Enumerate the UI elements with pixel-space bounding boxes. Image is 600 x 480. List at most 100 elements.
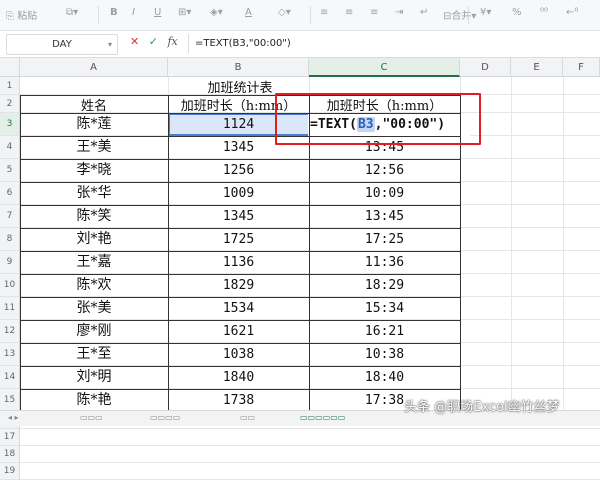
chevron-down-icon[interactable]: ▾ (108, 35, 112, 54)
decimal-icon[interactable]: ←⁰ (566, 7, 578, 18)
row-header-15[interactable]: 15 (0, 389, 20, 412)
cell-minutes[interactable]: 1256 (168, 159, 309, 182)
border-icon[interactable]: ⊞▾ (178, 7, 191, 18)
fill-color-icon[interactable]: ◈▾ (210, 7, 223, 18)
column-header-b[interactable]: B (168, 58, 309, 77)
cell-time[interactable]: 11:36 (309, 251, 460, 274)
cell-time[interactable]: 16:21 (309, 320, 460, 343)
cancel-icon[interactable]: ✕ (130, 35, 139, 48)
cell-name[interactable]: 张*美 (20, 297, 168, 320)
italic-button[interactable]: I (132, 7, 135, 18)
cell-time[interactable]: 18:40 (309, 366, 460, 389)
cell-minutes[interactable]: 1534 (168, 297, 309, 320)
bold-button[interactable]: B (110, 7, 118, 18)
cell-minutes[interactable]: 1124 (168, 113, 309, 136)
row-header-8[interactable]: 8 (0, 228, 20, 251)
sheet-tab[interactable]: ▭▭▭▭ (150, 413, 180, 422)
gridline (20, 428, 600, 429)
cell-name[interactable]: 王*美 (20, 136, 168, 159)
cell-minutes[interactable]: 1345 (168, 205, 309, 228)
row-header-6[interactable]: 6 (0, 182, 20, 205)
merge-button[interactable]: ⊟合并▾ (443, 7, 476, 22)
cell-time[interactable]: 13:45 (309, 205, 460, 228)
column-header-e[interactable]: E (511, 58, 563, 77)
cell-minutes[interactable]: 1009 (168, 182, 309, 205)
cell-time[interactable]: 10:09 (309, 182, 460, 205)
column-header-c[interactable]: C (309, 58, 460, 77)
column-header-d[interactable]: D (460, 58, 511, 77)
percent-button[interactable]: % (512, 7, 522, 18)
cell-name[interactable]: 刘*明 (20, 366, 168, 389)
cell-name[interactable]: 王*至 (20, 343, 168, 366)
row-header-5[interactable]: 5 (0, 159, 20, 182)
row-header-12[interactable]: 12 (0, 320, 20, 343)
align-right-icon[interactable]: ≡ (370, 7, 378, 18)
sheet-tab[interactable]: ▭▭▭ (80, 413, 103, 422)
thousands-icon[interactable]: ⁰⁰ (540, 7, 548, 18)
select-all-corner[interactable] (0, 58, 20, 77)
underline-button[interactable]: U (154, 7, 161, 18)
cell-time[interactable]: 15:34 (309, 297, 460, 320)
cell-time[interactable]: 10:38 (309, 343, 460, 366)
cell-name[interactable]: 陈*艳 (20, 389, 168, 412)
toolbar-divider (310, 6, 311, 24)
wrap-icon[interactable]: ↵ (420, 7, 428, 18)
column-header-a[interactable]: A (20, 58, 168, 77)
cell-name[interactable]: 刘*艳 (20, 228, 168, 251)
cell-minutes[interactable]: 1738 (168, 389, 309, 412)
row-header-9[interactable]: 9 (0, 251, 20, 274)
cell-name[interactable]: 陈*莲 (20, 113, 168, 136)
row-header-13[interactable]: 13 (0, 343, 20, 366)
formula-icons: ✕ ✓ fx (130, 35, 178, 48)
row-header-14[interactable]: 14 (0, 366, 20, 389)
toolbar-divider (468, 6, 469, 24)
cell-name[interactable]: 陈*笑 (20, 205, 168, 228)
indent-icon[interactable]: ⇥ (395, 7, 403, 18)
column-header-f[interactable]: F (563, 58, 600, 77)
cell-name[interactable]: 李*晓 (20, 159, 168, 182)
table-border-line (20, 95, 21, 413)
cell-name[interactable]: 王*嘉 (20, 251, 168, 274)
cell-minutes[interactable]: 1840 (168, 366, 309, 389)
paste-label: 粘贴 (17, 11, 38, 22)
sheet-tab-active[interactable]: ▭▭▭▭▭▭ (300, 413, 345, 422)
cell-minutes[interactable]: 1136 (168, 251, 309, 274)
row-header-7[interactable]: 7 (0, 205, 20, 228)
gridline (20, 445, 600, 446)
row-header-10[interactable]: 10 (0, 274, 20, 297)
cell-name[interactable]: 张*华 (20, 182, 168, 205)
row-header-18[interactable]: 18 (0, 446, 20, 463)
currency-button[interactable]: ¥▾ (480, 7, 491, 18)
formula-input[interactable]: =TEXT(B3,"00:00") (188, 34, 600, 53)
paste-button[interactable]: ⎘ 粘贴 (6, 7, 37, 22)
ribbon-toolbar: ⎘ 粘贴 ⧉▾ B I U ⊞▾ ◈▾ A ◇▾ ≡ ≡ ≡ ⇥ ↵ ⊟合并▾ … (0, 0, 600, 31)
cell-minutes[interactable]: 1725 (168, 228, 309, 251)
row-header-19[interactable]: 19 (0, 463, 20, 480)
row-header-3[interactable]: 3 (0, 113, 20, 136)
cell-time[interactable]: 12:56 (309, 159, 460, 182)
cell-minutes[interactable]: 1829 (168, 274, 309, 297)
font-color-button[interactable]: A (245, 7, 252, 18)
name-box[interactable]: DAY ▾ (6, 34, 118, 55)
copy-icon[interactable]: ⧉▾ (66, 7, 78, 18)
confirm-icon[interactable]: ✓ (149, 35, 158, 48)
cell-time[interactable]: 18:29 (309, 274, 460, 297)
eraser-icon[interactable]: ◇▾ (278, 7, 291, 18)
cell-minutes[interactable]: 1621 (168, 320, 309, 343)
row-header-17[interactable]: 17 (0, 429, 20, 446)
row-header-2[interactable]: 2 (0, 95, 20, 113)
cell-name[interactable]: 陈*欢 (20, 274, 168, 297)
formula-bar: DAY ▾ ✕ ✓ fx =TEXT(B3,"00:00") (0, 31, 600, 58)
cell-minutes[interactable]: 1038 (168, 343, 309, 366)
align-left-icon[interactable]: ≡ (320, 7, 328, 18)
align-center-icon[interactable]: ≡ (345, 7, 353, 18)
sheet-tab[interactable]: ▭▭ (240, 413, 255, 422)
sheet-nav-icon[interactable]: ◂ ▸ (8, 413, 19, 422)
cell-name[interactable]: 廖*刚 (20, 320, 168, 343)
row-header-1[interactable]: 1 (0, 77, 20, 95)
insert-function-icon[interactable]: fx (167, 35, 177, 48)
cell-minutes[interactable]: 1345 (168, 136, 309, 159)
row-header-4[interactable]: 4 (0, 136, 20, 159)
cell-time[interactable]: 17:25 (309, 228, 460, 251)
row-header-11[interactable]: 11 (0, 297, 20, 320)
